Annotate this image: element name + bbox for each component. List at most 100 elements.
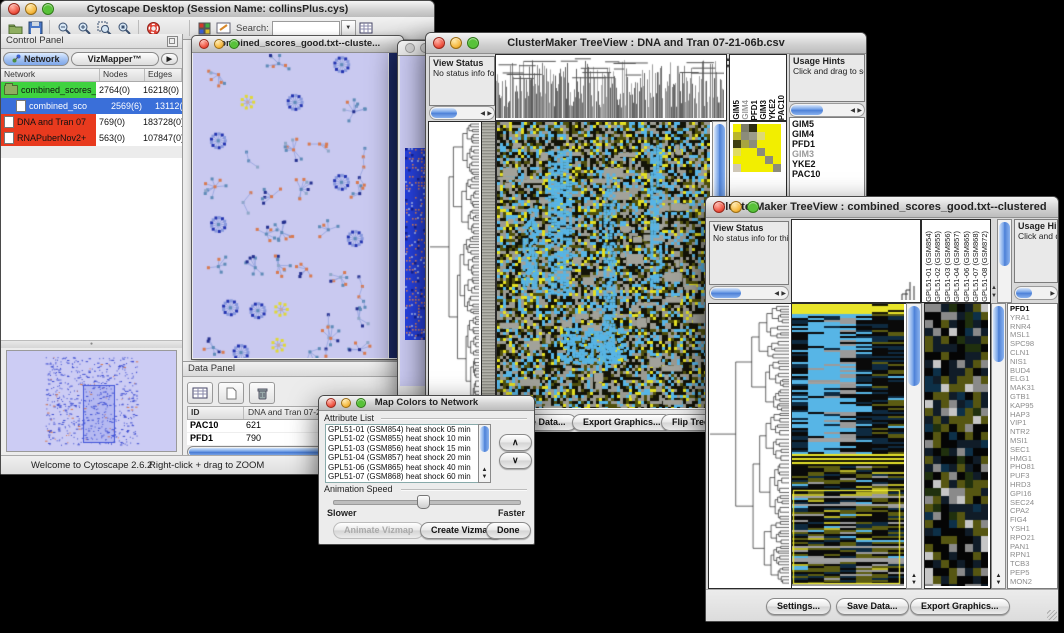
treeview2-titlebar[interactable]: ClusterMaker TreeView : combined_scores_… (706, 197, 1058, 218)
tab-vizmapper[interactable]: VizMapper™ (71, 52, 159, 66)
heatmap-cell (773, 148, 781, 156)
column-dendrogram-panel[interactable] (791, 219, 921, 303)
column-label: PFD1 (750, 100, 759, 120)
network-view-titlebar[interactable]: combined_scores_good.txt--cluste... (192, 36, 403, 53)
attribute-item[interactable]: GPL51-04 (GSM857) heat shock 20 min (326, 453, 478, 462)
close-button[interactable] (433, 37, 445, 49)
status-zoom-hint: Right-click + drag to ZOOM (149, 460, 264, 471)
view-status-hscrollbar[interactable]: ◀▶ (709, 286, 789, 300)
column-labels-vscrollbar[interactable] (997, 219, 1012, 303)
treeview1-titlebar[interactable]: ClusterMaker TreeView : DNA and Tran 07-… (426, 33, 866, 54)
move-up-button[interactable]: ∧ (499, 434, 532, 451)
column-labels-panel: GPL51-01 (GSM854)GPL51-02 (GSM855)GPL51-… (921, 219, 991, 303)
zoom-button[interactable] (467, 37, 479, 49)
row-dendrogram-panel[interactable] (428, 121, 482, 411)
minimize-button[interactable] (730, 201, 742, 213)
column-label: GPL51-01 (GSM854) (924, 231, 933, 302)
float-panel-icon[interactable] (167, 36, 178, 47)
tab-overflow-button[interactable]: ▶ (161, 53, 178, 65)
search-dropdown-icon[interactable]: ▼ (341, 20, 356, 37)
treeview2-footer: Settings... Save Data... Export Graphics… (706, 589, 1058, 621)
attribute-list-vscrollbar[interactable]: ▲▼ (478, 424, 491, 483)
heatmap-cell (765, 132, 773, 140)
done-button[interactable]: Done (486, 522, 531, 539)
heatmap-cell (741, 148, 749, 156)
attribute-item[interactable]: GPL51-03 (GSM856) heat shock 15 min (326, 444, 478, 453)
network-tab-icon (12, 54, 21, 63)
main-window-title: Cytoscape Desktop (Session Name: collins… (1, 1, 434, 17)
minimize-button[interactable] (450, 37, 462, 49)
heatmap-cell (765, 148, 773, 156)
heatmap-cell (773, 164, 781, 172)
zoom-heatmap-panel[interactable] (924, 303, 991, 589)
column-label: GPL51-06 (GSM865) (962, 231, 971, 302)
attribute-item[interactable]: GPL51-06 (GSM865) heat shock 40 min (326, 463, 478, 472)
doc-icon (4, 132, 14, 144)
resize-grip[interactable] (1047, 610, 1057, 620)
attribute-item[interactable]: GPL51-01 (GSM854) heat shock 05 min (326, 425, 478, 434)
attribute-item[interactable]: GPL51-02 (GSM855) heat shock 10 min (326, 434, 478, 443)
zoom-button[interactable] (747, 201, 759, 213)
network-canvas[interactable] (193, 53, 388, 358)
attribute-list[interactable]: GPL51-01 (GSM854) heat shock 05 minGPL51… (325, 424, 479, 483)
zoom-button[interactable] (229, 39, 239, 49)
minimize-button[interactable] (341, 398, 351, 408)
close-button[interactable] (713, 201, 725, 213)
settings-button[interactable]: Settings... (766, 598, 831, 615)
column-label: PAC10 (777, 95, 786, 120)
heatmap-cell (733, 164, 741, 172)
zoom-heatmap-vscrollbar[interactable]: ▲▼ (991, 303, 1006, 589)
network-table-empty (1, 158, 182, 341)
row-label: YKE2 (790, 159, 864, 169)
close-button[interactable] (199, 39, 209, 49)
export-graphics-button[interactable]: Export Graphics... (572, 414, 672, 431)
zoom-button[interactable] (356, 398, 366, 408)
close-button[interactable] (405, 43, 415, 53)
row-label: GIM4 (790, 129, 864, 139)
heatmap-cell (765, 156, 773, 164)
usage-hints-hscrollbar[interactable]: ▶ (1014, 286, 1058, 300)
new-attribute-icon[interactable] (218, 382, 244, 404)
network-tree-row[interactable]: combined_sco2569(6)13112(15) (1, 98, 182, 114)
network-tree-row[interactable]: DNA and Tran 07769(0)183728(0) (1, 114, 182, 130)
zoom-button[interactable] (42, 3, 54, 15)
edges-count: 13112(15) (152, 98, 182, 114)
network-tree-row[interactable]: combined_scores_2764(0)16218(0) (1, 82, 182, 98)
move-down-button[interactable]: ∨ (499, 452, 532, 469)
save-data-button[interactable]: Save Data... (836, 598, 909, 615)
export-graphics-button[interactable]: Export Graphics... (910, 598, 1010, 615)
panel-divider[interactable]: ● (1, 340, 182, 348)
main-titlebar[interactable]: Cytoscape Desktop (Session Name: collins… (1, 1, 434, 18)
row-label: GIM5 (790, 119, 864, 129)
delete-attribute-icon[interactable] (249, 382, 275, 404)
network-name: combined_scores_ (21, 85, 96, 95)
row-label: PAC10 (790, 169, 864, 179)
heatmap-cell (773, 140, 781, 148)
usage-hints-hscrollbar[interactable]: ◀▶ (789, 103, 865, 117)
usage-hints-panel: Usage Hints Click and drag to select (1014, 219, 1058, 283)
search-input[interactable] (272, 21, 340, 36)
minimize-button[interactable] (214, 39, 224, 49)
heatmap-cell (757, 124, 765, 132)
gene-list-panel[interactable]: PFD1YRA1RNR4MSL1SPC98CLN1NIS1BUD4ELG1MAK… (1007, 303, 1058, 589)
column-dendrogram-panel[interactable] (495, 54, 727, 121)
dialog-titlebar[interactable]: Map Colors to Network (319, 396, 534, 411)
select-attributes-icon[interactable] (187, 382, 213, 404)
tab-network[interactable]: Network (3, 52, 69, 66)
attribute-item[interactable]: GPL51-07 (GSM868) heat shock 60 min (326, 472, 478, 481)
row-dendrogram-panel[interactable] (708, 303, 792, 589)
minimize-button[interactable] (25, 3, 37, 15)
close-button[interactable] (8, 3, 20, 15)
view-status-hscrollbar[interactable]: ◀▶ (429, 106, 495, 120)
animate-vizmap-button[interactable]: Animate Vizmap (333, 522, 424, 539)
speed-slider-thumb[interactable] (417, 495, 430, 509)
network-name-cell: DNA and Tran 07 (1, 114, 96, 130)
heatmap-panel[interactable] (496, 121, 713, 411)
heatmap-panel[interactable] (791, 303, 907, 589)
slower-label: Slower (327, 508, 357, 518)
close-button[interactable] (326, 398, 336, 408)
desktop: Cytoscape Desktop (Session Name: collins… (0, 0, 1064, 633)
network-tree-row[interactable]: RNAPuberNov2+563(0)107847(0) (1, 130, 182, 146)
heatmap-vscrollbar[interactable]: ▲▼ (906, 303, 922, 589)
birdseye-view[interactable] (6, 350, 177, 452)
